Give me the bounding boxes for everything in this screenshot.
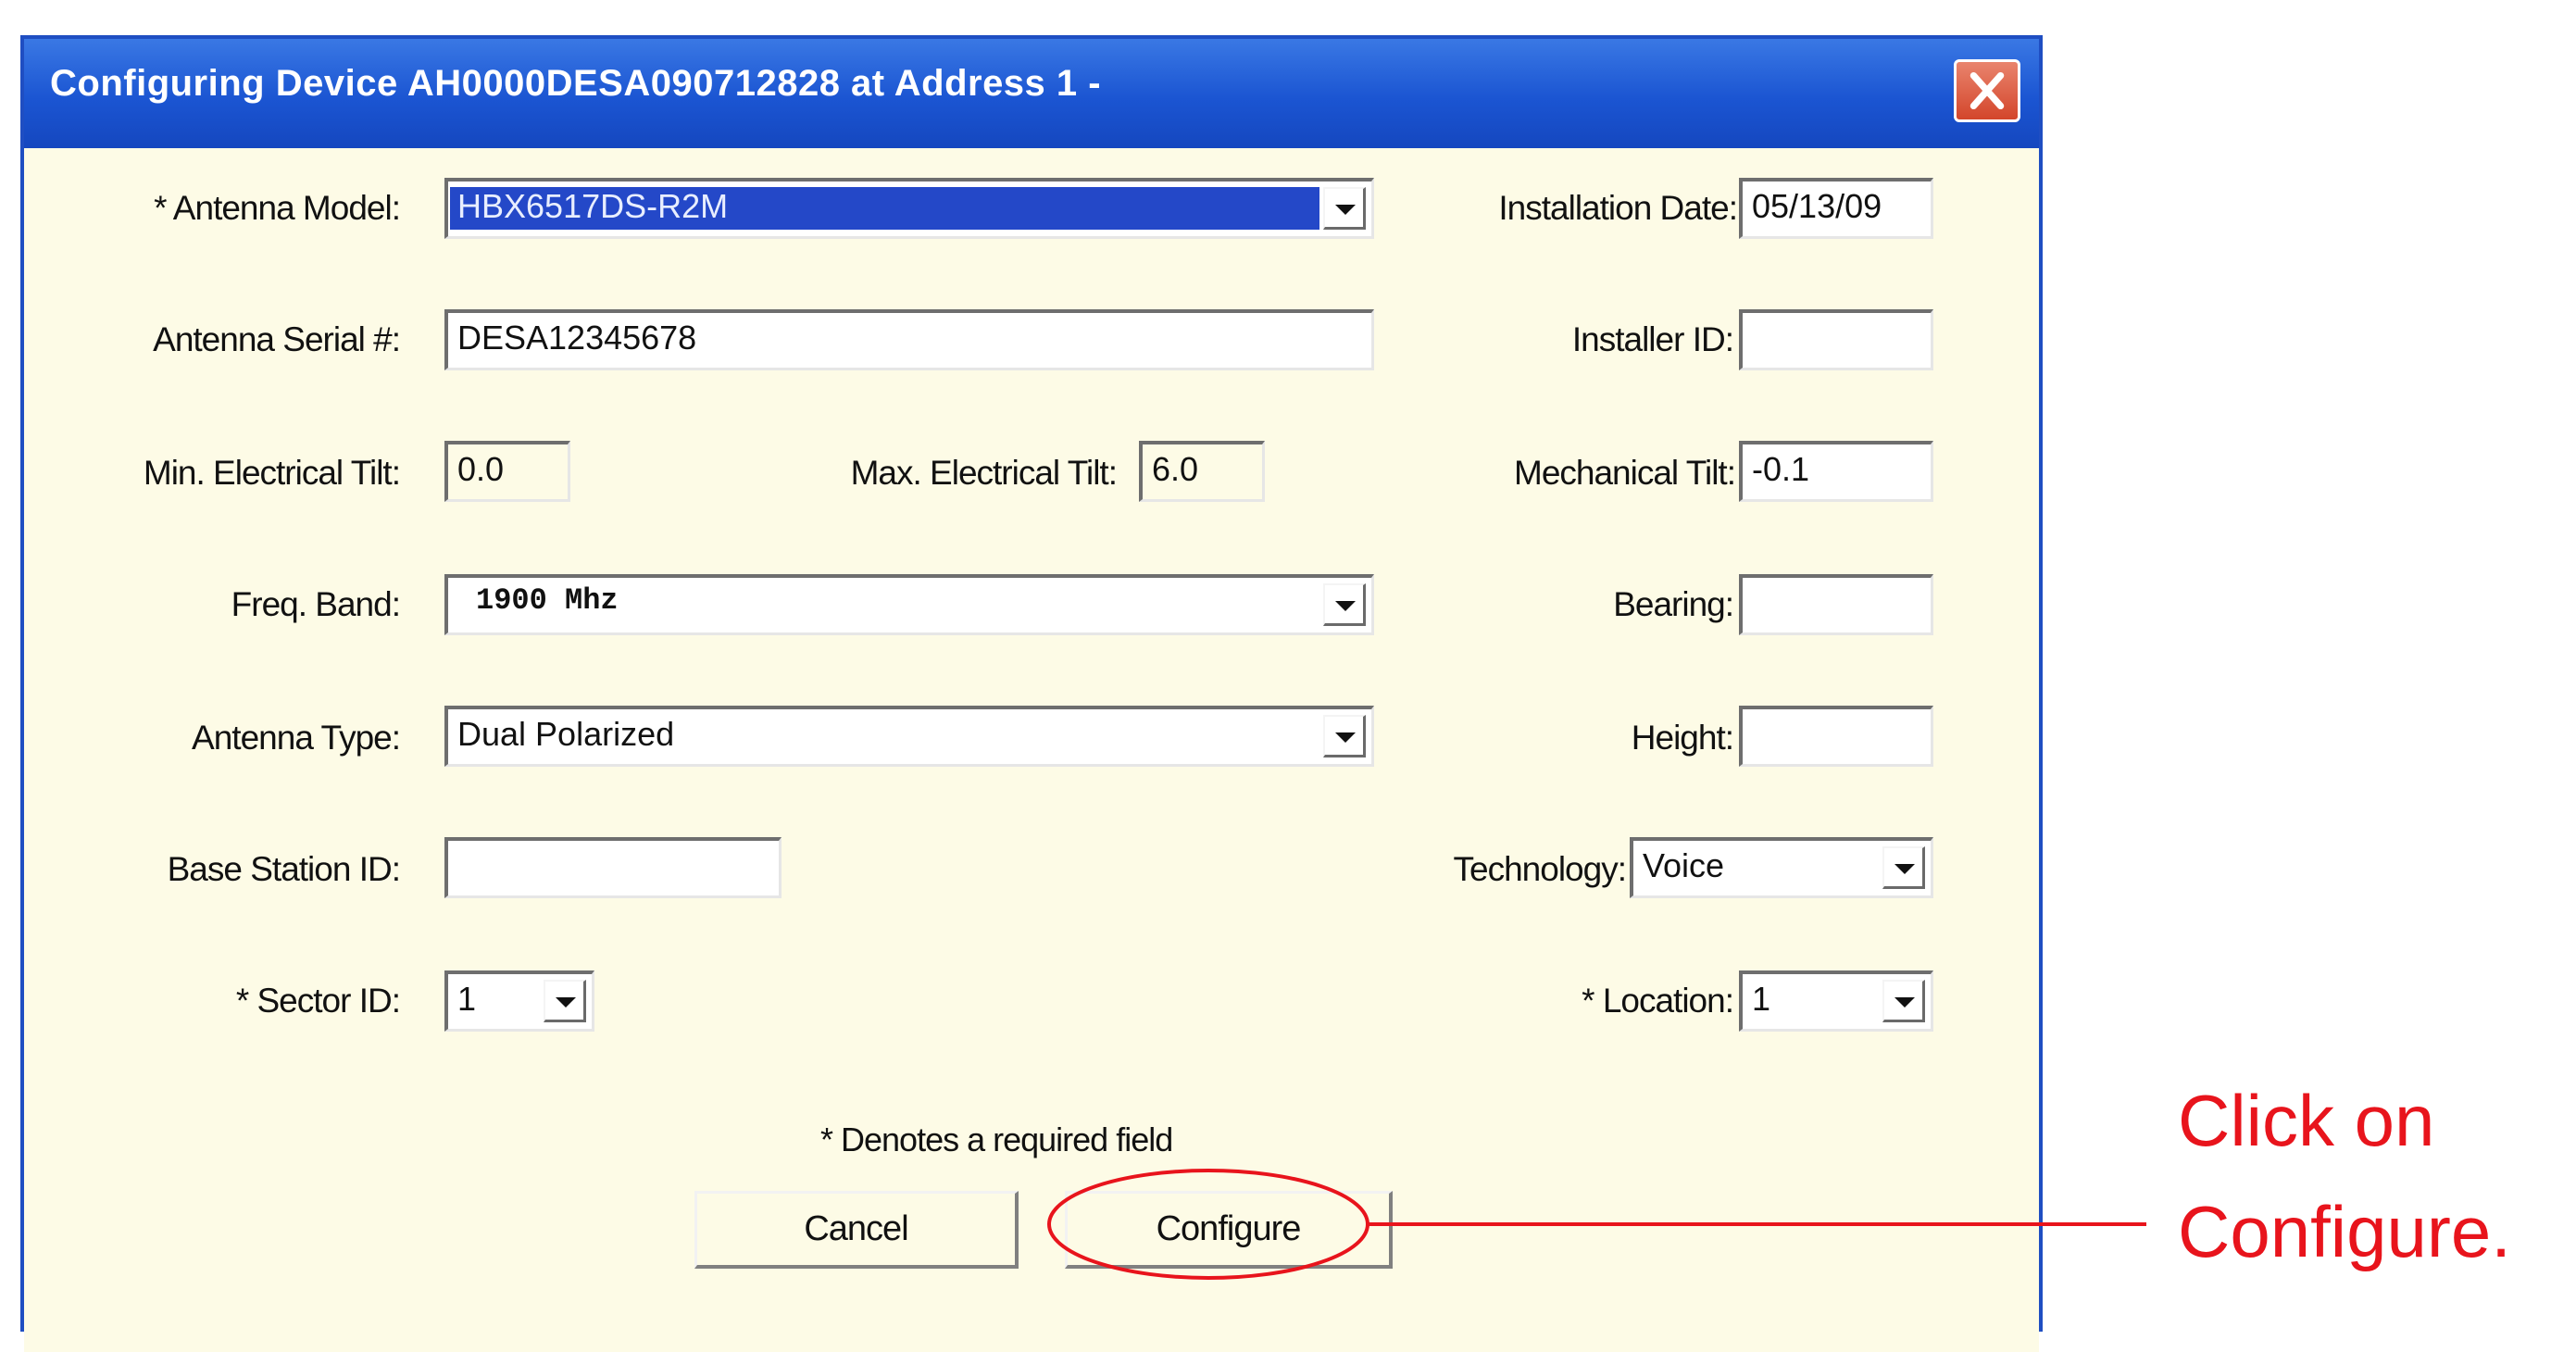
antenna-model-value: HBX6517DS-R2M: [450, 187, 1319, 230]
mechanical-tilt-label: Mechanical Tilt:: [1514, 454, 1736, 492]
antenna-serial-field[interactable]: DESA12345678: [444, 309, 1374, 370]
chevron-down-icon[interactable]: [1882, 980, 1925, 1022]
title-bar[interactable]: Configuring Device AH0000DESA090712828 a…: [24, 39, 2039, 148]
configure-button[interactable]: Configure: [1065, 1191, 1393, 1269]
freq-band-value: 1900 Mhz: [476, 583, 619, 618]
callout-text: Click on Configure.: [2178, 1065, 2511, 1287]
location-select[interactable]: 1: [1739, 970, 1933, 1032]
location-value: 1: [1752, 980, 1771, 1018]
min-electrical-tilt-label: Min. Electrical Tilt:: [143, 454, 401, 492]
antenna-serial-label: Antenna Serial #:: [153, 320, 401, 358]
base-station-id-field[interactable]: [444, 837, 782, 898]
dialog-body: * Antenna Model: HBX6517DS-R2M Installat…: [24, 148, 2039, 1352]
callout-line-1: Click on: [2178, 1080, 2435, 1161]
min-electrical-tilt-field: 0.0: [444, 441, 570, 502]
chevron-down-icon[interactable]: [1323, 715, 1366, 757]
antenna-type-value: Dual Polarized: [457, 715, 675, 753]
location-label: * Location:: [1582, 982, 1734, 1020]
required-field-note: * Denotes a required field: [820, 1120, 1173, 1158]
mechanical-tilt-field[interactable]: -0.1: [1739, 441, 1933, 502]
freq-band-select[interactable]: 1900 Mhz: [444, 574, 1374, 635]
sector-id-label: * Sector ID:: [235, 982, 401, 1020]
height-label: Height:: [1631, 719, 1734, 757]
configure-device-dialog: Configuring Device AH0000DESA090712828 a…: [20, 35, 2043, 1352]
freq-band-label: Freq. Band:: [231, 585, 401, 623]
height-field[interactable]: [1739, 706, 1933, 767]
bearing-label: Bearing:: [1613, 585, 1734, 623]
antenna-type-label: Antenna Type:: [192, 719, 401, 757]
bearing-field[interactable]: [1739, 574, 1933, 635]
sector-id-value: 1: [457, 980, 477, 1018]
sector-id-select[interactable]: 1: [444, 970, 594, 1032]
close-x-icon: [1970, 71, 2005, 110]
cancel-button[interactable]: Cancel: [694, 1191, 1019, 1269]
installer-id-label: Installer ID:: [1571, 320, 1734, 358]
antenna-type-select[interactable]: Dual Polarized: [444, 706, 1374, 767]
close-button[interactable]: [1954, 59, 2020, 122]
base-station-id-label: Base Station ID:: [167, 850, 401, 888]
installation-date-label: Installation Date:: [1498, 189, 1738, 227]
callout-line-2: Configure.: [2178, 1191, 2511, 1272]
technology-label: Technology:: [1453, 850, 1627, 888]
window-title: Configuring Device AH0000DESA090712828 a…: [50, 63, 1102, 104]
chevron-down-icon[interactable]: [1323, 583, 1366, 626]
chevron-down-icon[interactable]: [1882, 846, 1925, 889]
antenna-model-select[interactable]: HBX6517DS-R2M: [444, 178, 1374, 239]
max-electrical-tilt-field: 6.0: [1139, 441, 1265, 502]
max-electrical-tilt-label: Max. Electrical Tilt:: [850, 454, 1118, 492]
technology-select[interactable]: Voice: [1630, 837, 1933, 898]
technology-value: Voice: [1643, 846, 1725, 884]
antenna-model-label: * Antenna Model:: [154, 189, 401, 227]
installer-id-field[interactable]: [1739, 309, 1933, 370]
chevron-down-icon[interactable]: [544, 980, 586, 1022]
chevron-down-icon[interactable]: [1323, 187, 1366, 230]
installation-date-field[interactable]: 05/13/09: [1739, 178, 1933, 239]
